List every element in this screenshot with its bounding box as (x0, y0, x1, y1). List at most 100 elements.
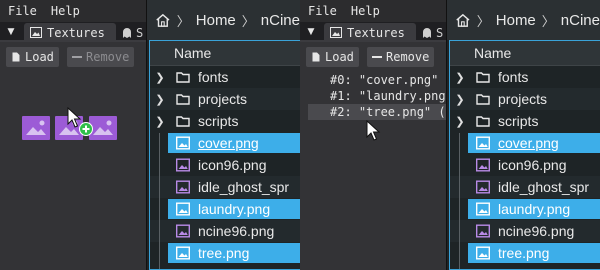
chevron-right-icon: 〉 (476, 13, 490, 29)
file-row[interactable]: cover.png (150, 132, 300, 154)
add-badge-icon (79, 122, 93, 136)
imgui-panel: File Help ▼ Textures S Loa (300, 0, 446, 270)
folder-row[interactable]: ❯ scripts (450, 110, 600, 132)
tree-guide-line (159, 133, 160, 269)
right-screenshot: File Help ▼ Textures S Load Remove #0: "… (300, 0, 600, 270)
file-row[interactable]: idle_ghost_spr (150, 176, 300, 198)
minus-icon (372, 56, 382, 58)
folder-name: scripts (498, 113, 539, 129)
folder-name: scripts (198, 113, 239, 129)
column-header-name[interactable]: Name (450, 41, 600, 66)
image-file-icon (176, 202, 190, 216)
chevron-right-icon: 〉 (241, 13, 255, 29)
breadcrumb-current[interactable]: nCine (561, 12, 600, 29)
tab-textures[interactable]: Textures (324, 23, 416, 42)
folder-row[interactable]: ❯ fonts (150, 66, 300, 88)
file-row[interactable]: icon96.png (450, 154, 600, 176)
file-list-view[interactable]: Name ❯ fonts ❯ projects ❯ scripts cover.png ico… (149, 40, 300, 270)
imgui-panel: File Help ▼ Textures S Loa (0, 0, 146, 270)
file-manager: 〉 Home 〉 nCine Name ❯ fonts ❯ projects ❯ scri… (446, 0, 600, 270)
tab-next[interactable]: S (118, 23, 146, 42)
load-button-label: Load (325, 50, 354, 64)
chevron-right-icon[interactable]: ❯ (150, 71, 170, 84)
file-row[interactable]: cover.png (450, 132, 600, 154)
texture-list-item[interactable]: #0: "cover.png" (308, 72, 446, 88)
load-button[interactable]: Load (6, 47, 59, 67)
chevron-right-icon[interactable]: ❯ (450, 93, 470, 106)
file-name: idle_ghost_spr (498, 179, 590, 195)
file-row[interactable]: laundry.png (150, 198, 300, 220)
tab-list-arrow-icon[interactable]: ▼ (304, 25, 318, 39)
folder-icon (176, 94, 190, 105)
menu-help[interactable]: Help (51, 4, 80, 18)
file-name: laundry.png (498, 201, 571, 217)
folder-icon (176, 116, 190, 127)
file-name: ncine96.png (498, 223, 575, 239)
home-icon[interactable] (455, 12, 471, 29)
image-file-icon (176, 158, 190, 172)
folder-name: fonts (198, 69, 229, 85)
texture-file-icon (22, 116, 50, 140)
file-row[interactable]: ncine96.png (150, 220, 300, 242)
folder-row[interactable]: ❯ projects (450, 88, 600, 110)
image-icon (330, 27, 342, 38)
load-button[interactable]: Load (306, 47, 359, 67)
image-file-icon (176, 246, 190, 260)
menu-file[interactable]: File (8, 4, 37, 18)
home-icon[interactable] (155, 12, 171, 29)
menu-help[interactable]: Help (351, 4, 380, 18)
chevron-right-icon[interactable]: ❯ (450, 115, 470, 128)
file-manager: 〉 Home 〉 nCine Name ❯ fonts ❯ projects ❯ scri… (146, 0, 300, 270)
menu-bar: File Help (0, 0, 146, 22)
file-rows: ❯ fonts ❯ projects ❯ scripts cover.png icon96.p… (150, 66, 300, 264)
file-name: cover.png (498, 135, 559, 151)
texture-list-item[interactable]: #2: "tree.png" ( (308, 104, 446, 120)
file-row[interactable]: icon96.png (150, 154, 300, 176)
breadcrumb: 〉 Home 〉 nCine (147, 0, 300, 40)
file-row[interactable]: tree.png (450, 242, 600, 264)
tab-next[interactable]: S (418, 23, 446, 42)
left-screenshot: File Help ▼ Textures S Load Remove 〉 Hom… (0, 0, 300, 270)
file-row[interactable]: laundry.png (450, 198, 600, 220)
menu-bar: File Help (300, 0, 446, 22)
tab-textures-label: Textures (347, 25, 405, 40)
image-file-icon (476, 246, 490, 260)
column-header-name[interactable]: Name (150, 41, 300, 66)
remove-button[interactable]: Remove (367, 47, 435, 67)
file-icon (312, 52, 320, 62)
tab-textures[interactable]: Textures (24, 23, 116, 42)
file-row[interactable]: ncine96.png (450, 220, 600, 242)
texture-file-icon (89, 116, 117, 140)
folder-icon (476, 116, 490, 127)
breadcrumb-home[interactable]: Home (496, 12, 536, 29)
menu-file[interactable]: File (308, 4, 337, 18)
texture-list-item[interactable]: #1: "laundry.png (308, 88, 446, 104)
folder-row[interactable]: ❯ fonts (450, 66, 600, 88)
breadcrumb: 〉 Home 〉 nCine (447, 0, 600, 40)
file-list-view[interactable]: Name ❯ fonts ❯ projects ❯ scripts cover.png ico… (449, 40, 600, 270)
image-file-icon (176, 180, 190, 194)
file-name: tree.png (498, 245, 550, 261)
tab-next-label: S (136, 25, 144, 40)
folder-row[interactable]: ❯ scripts (150, 110, 300, 132)
breadcrumb-home[interactable]: Home (196, 12, 236, 29)
breadcrumb-current[interactable]: nCine (261, 12, 300, 29)
chevron-right-icon[interactable]: ❯ (450, 71, 470, 84)
folder-row[interactable]: ❯ projects (150, 88, 300, 110)
image-icon (30, 27, 42, 38)
folder-name: projects (498, 91, 548, 107)
ghost-icon (423, 27, 431, 38)
file-row[interactable]: tree.png (150, 242, 300, 264)
chevron-right-icon[interactable]: ❯ (150, 93, 170, 106)
file-icon (12, 52, 20, 62)
file-name: icon96.png (198, 157, 267, 173)
image-file-icon (476, 158, 490, 172)
remove-button[interactable]: Remove (67, 47, 135, 67)
image-file-icon (176, 224, 190, 238)
folder-icon (476, 72, 490, 83)
file-row[interactable]: idle_ghost_spr (450, 176, 600, 198)
tab-next-label: S (436, 25, 444, 40)
chevron-right-icon[interactable]: ❯ (150, 115, 170, 128)
tab-list-arrow-icon[interactable]: ▼ (4, 25, 18, 39)
mouse-pointer-icon (366, 120, 381, 141)
